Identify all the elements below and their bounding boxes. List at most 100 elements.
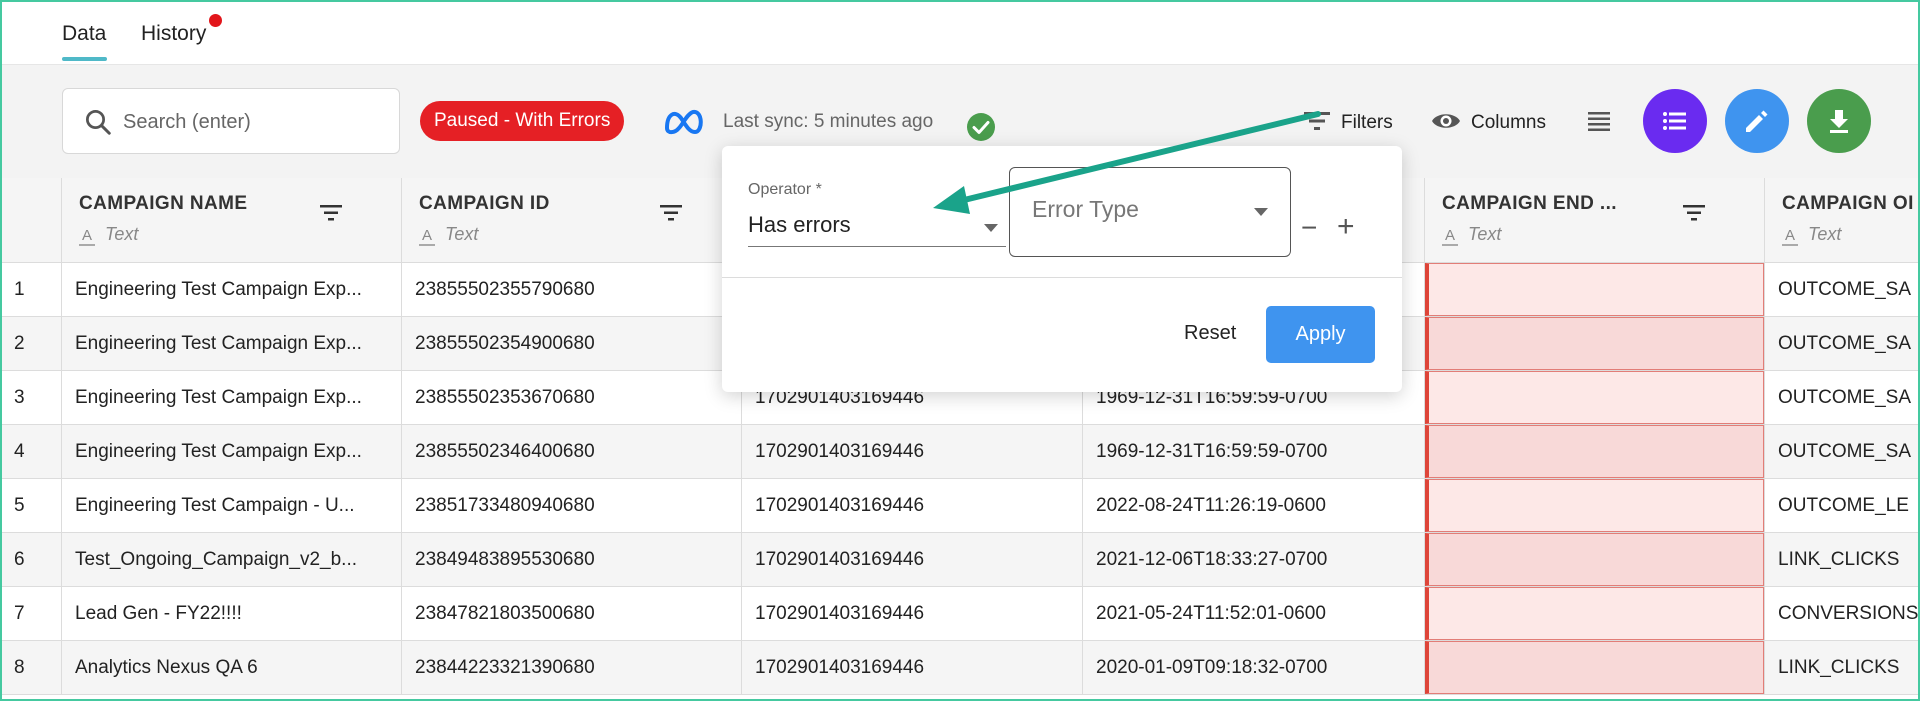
table-row[interactable]: 6 Test_Ongoing_Campaign_v2_b... 23849483… [0, 533, 1920, 587]
search-icon [86, 110, 111, 135]
campaign-end-cell-error[interactable] [1425, 263, 1765, 316]
error-highlight [1425, 479, 1764, 532]
column-header-campaign-name[interactable]: CAMPAIGN NAME A Text [62, 178, 402, 263]
error-highlight [1425, 533, 1764, 586]
column-type-label: Text [105, 224, 139, 244]
apply-button[interactable]: Apply [1266, 306, 1375, 363]
column-header-campaign-id[interactable]: CAMPAIGN ID A Text [402, 178, 742, 263]
campaign-name-cell[interactable]: Engineering Test Campaign - U... [62, 479, 402, 532]
account-id-cell[interactable]: 1702901403169446 [742, 587, 1083, 640]
column-type: A Text [419, 224, 478, 246]
campaign-id-cell[interactable]: 23855502354900680 [402, 317, 742, 370]
remove-filter-button[interactable]: − [1301, 212, 1317, 244]
campaign-end-cell-error[interactable] [1425, 425, 1765, 478]
chevron-down-icon [984, 224, 998, 232]
active-tab-indicator [62, 57, 107, 61]
campaign-id-cell[interactable]: 23849483895530680 [402, 533, 742, 586]
table-row[interactable]: 7 Lead Gen - FY22!!!! 23847821803500680 … [0, 587, 1920, 641]
objective-cell[interactable]: LINK_CLICKS [1765, 533, 1920, 586]
column-type: A Text [79, 224, 138, 246]
eye-icon[interactable] [1430, 108, 1462, 134]
account-id-cell[interactable]: 1702901403169446 [742, 479, 1083, 532]
campaign-end-cell-error[interactable] [1425, 587, 1765, 640]
status-badge: Paused - With Errors [420, 101, 625, 141]
pencil-icon [1746, 110, 1768, 132]
row-index: 4 [0, 425, 62, 478]
error-highlight [1425, 371, 1764, 424]
divider [722, 277, 1402, 278]
tab-history[interactable]: History [141, 22, 206, 46]
index-header [0, 178, 62, 263]
column-title: CAMPAIGN NAME [79, 193, 248, 214]
filters-button[interactable]: Filters [1341, 112, 1393, 134]
search-placeholder: Search (enter) [123, 111, 251, 133]
start-time-cell[interactable]: 2022-08-24T11:26:19-0600 [1083, 479, 1425, 532]
campaign-id-cell[interactable]: 23844223321390680 [402, 641, 742, 694]
column-type-label: Text [445, 224, 479, 244]
edit-button[interactable] [1725, 89, 1789, 153]
campaign-name-cell[interactable]: Engineering Test Campaign Exp... [62, 425, 402, 478]
objective-cell[interactable]: OUTCOME_SA [1765, 263, 1920, 316]
chevron-down-icon [1254, 208, 1268, 216]
account-id-cell[interactable]: 1702901403169446 [742, 425, 1083, 478]
campaign-name-cell[interactable]: Analytics Nexus QA 6 [62, 641, 402, 694]
column-header-campaign-objective[interactable]: CAMPAIGN OI A Text [1765, 178, 1920, 263]
operator-select[interactable]: Has errors [748, 204, 1006, 247]
table-row[interactable]: 5 Engineering Test Campaign - U... 23851… [0, 479, 1920, 533]
column-filter-icon[interactable] [658, 202, 684, 224]
reset-button[interactable]: Reset [1184, 322, 1236, 345]
column-filter-icon[interactable] [318, 202, 344, 224]
campaign-id-cell[interactable]: 23855502346400680 [402, 425, 742, 478]
campaign-id-cell[interactable]: 23847821803500680 [402, 587, 742, 640]
operator-value: Has errors [748, 212, 851, 237]
account-id-cell[interactable]: 1702901403169446 [742, 641, 1083, 694]
column-title: CAMPAIGN END ... [1442, 193, 1617, 214]
start-time-cell[interactable]: 2021-12-06T18:33:27-0700 [1083, 533, 1425, 586]
list-view-button[interactable] [1643, 89, 1707, 153]
columns-button[interactable]: Columns [1471, 112, 1546, 134]
objective-cell[interactable]: OUTCOME_SA [1765, 425, 1920, 478]
text-type-icon: A [79, 227, 95, 246]
density-icon[interactable] [1585, 108, 1613, 136]
table-row[interactable]: 8 Analytics Nexus QA 6 23844223321390680… [0, 641, 1920, 695]
campaign-id-cell[interactable]: 23855502353670680 [402, 371, 742, 424]
campaign-end-cell-error[interactable] [1425, 533, 1765, 586]
row-index: 5 [0, 479, 62, 532]
start-time-cell[interactable]: 1969-12-31T16:59:59-0700 [1083, 425, 1425, 478]
start-time-cell[interactable]: 2020-01-09T09:18:32-0700 [1083, 641, 1425, 694]
campaign-end-cell-error[interactable] [1425, 641, 1765, 694]
start-time-cell[interactable]: 2021-05-24T11:52:01-0600 [1083, 587, 1425, 640]
campaign-end-cell-error[interactable] [1425, 371, 1765, 424]
column-title: CAMPAIGN ID [419, 193, 550, 214]
objective-cell[interactable]: OUTCOME_LE [1765, 479, 1920, 532]
objective-cell[interactable]: OUTCOME_SA [1765, 371, 1920, 424]
column-filter-icon[interactable] [1681, 202, 1707, 224]
campaign-end-cell-error[interactable] [1425, 317, 1765, 370]
tab-data[interactable]: Data [62, 22, 106, 46]
campaign-end-cell-error[interactable] [1425, 479, 1765, 532]
campaign-id-cell[interactable]: 23851733480940680 [402, 479, 742, 532]
objective-cell[interactable]: OUTCOME_SA [1765, 317, 1920, 370]
download-icon [1830, 110, 1848, 133]
objective-cell[interactable]: LINK_CLICKS [1765, 641, 1920, 694]
campaign-id-cell[interactable]: 23855502355790680 [402, 263, 742, 316]
error-highlight [1425, 317, 1764, 370]
search-input[interactable]: Search (enter) [62, 88, 400, 154]
campaign-name-cell[interactable]: Engineering Test Campaign Exp... [62, 317, 402, 370]
column-header-campaign-end[interactable]: CAMPAIGN END ... A Text [1425, 178, 1765, 263]
download-button[interactable] [1807, 89, 1871, 153]
error-highlight [1425, 641, 1764, 694]
filter-icon[interactable] [1302, 108, 1332, 134]
table-row[interactable]: 4 Engineering Test Campaign Exp... 23855… [0, 425, 1920, 479]
meta-logo [665, 110, 703, 135]
account-id-cell[interactable]: 1702901403169446 [742, 533, 1083, 586]
objective-cell[interactable]: CONVERSIONS [1765, 587, 1920, 640]
row-index: 2 [0, 317, 62, 370]
campaign-name-cell[interactable]: Engineering Test Campaign Exp... [62, 263, 402, 316]
campaign-name-cell[interactable]: Test_Ongoing_Campaign_v2_b... [62, 533, 402, 586]
campaign-name-cell[interactable]: Lead Gen - FY22!!!! [62, 587, 402, 640]
campaign-name-cell[interactable]: Engineering Test Campaign Exp... [62, 371, 402, 424]
error-type-select[interactable]: Error Type [1009, 167, 1291, 257]
error-type-placeholder: Error Type [1032, 196, 1139, 222]
add-filter-button[interactable]: + [1337, 210, 1355, 244]
